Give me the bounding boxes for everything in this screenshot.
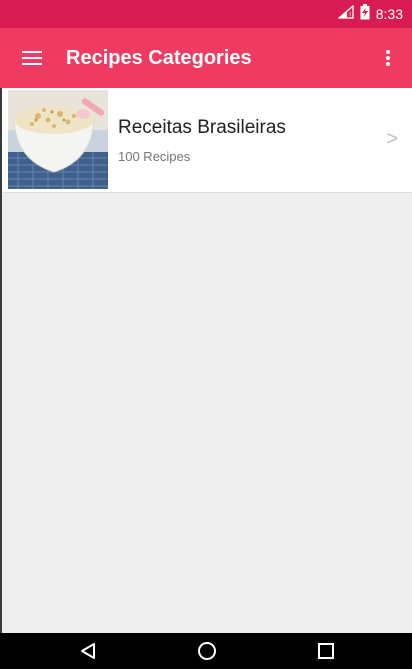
category-list: Receitas Brasileiras 100 Recipes >: [2, 88, 412, 193]
list-item-category[interactable]: Receitas Brasileiras 100 Recipes >: [2, 88, 412, 193]
svg-text:!: !: [349, 11, 351, 19]
category-recipe-count: 100 Recipes: [118, 149, 191, 164]
system-nav-bar: [0, 633, 412, 669]
more-vert-icon[interactable]: [372, 38, 404, 78]
status-time: 8:33: [375, 6, 403, 22]
chevron-right-icon: >: [386, 128, 398, 150]
page-title: Recipes Categories: [66, 47, 252, 69]
battery-charging-icon: [360, 3, 370, 25]
screen: ! 8:33 Recipes Categories Receitas Brasi…: [0, 0, 412, 669]
hamburger-menu-icon[interactable]: [12, 38, 52, 78]
back-icon[interactable]: [64, 633, 112, 669]
status-bar: ! 8:33: [0, 0, 412, 28]
rice-pudding-bowl-image: [8, 90, 108, 189]
signal-icon: !: [336, 4, 354, 24]
status-icons: ! 8:33: [336, 0, 403, 28]
app-bar: Recipes Categories: [0, 28, 412, 88]
recents-icon[interactable]: [302, 633, 350, 669]
category-title: Receitas Brasileiras: [118, 117, 286, 138]
home-icon[interactable]: [183, 633, 231, 669]
